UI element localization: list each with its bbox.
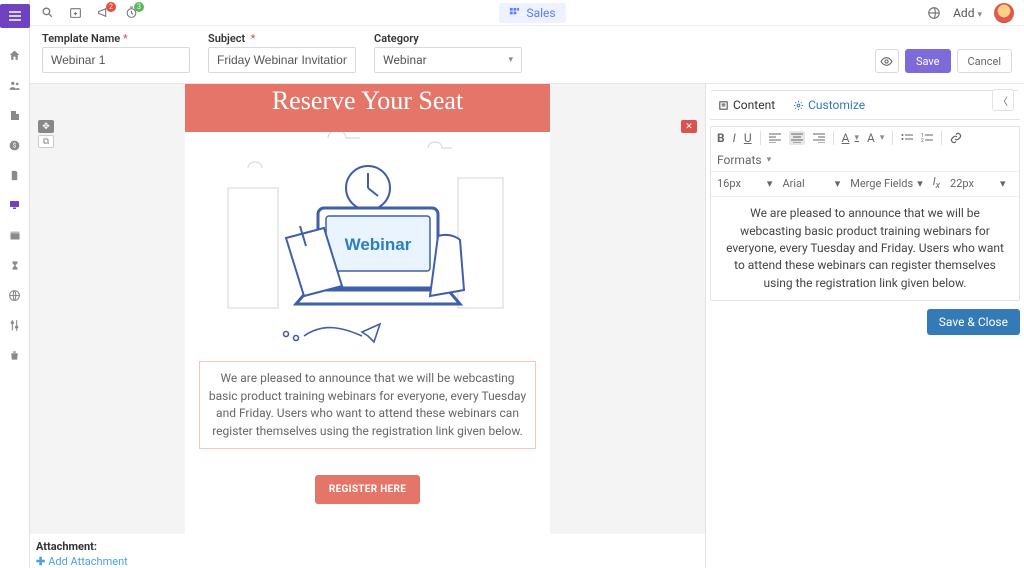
font-size-dropdown[interactable]: 16px▾: [717, 177, 772, 190]
email-canvas[interactable]: Reserve Your Seat: [185, 84, 550, 534]
user-avatar[interactable]: [994, 3, 1014, 23]
nav-trash-icon[interactable]: [8, 348, 22, 362]
attachment-label: Attachment:: [36, 540, 699, 553]
category-value: Webinar: [383, 53, 427, 67]
subject-input[interactable]: [208, 47, 356, 73]
add-menu[interactable]: Add: [953, 6, 982, 20]
nav-settings-icon[interactable]: [8, 318, 22, 332]
underline-icon[interactable]: U: [744, 131, 752, 145]
editor-panel: Content Customize 〈 B I U: [706, 84, 1024, 568]
hero-heading: Reserve Your Seat: [185, 84, 550, 132]
align-left-icon[interactable]: [769, 133, 781, 143]
nav-money-icon[interactable]: $: [8, 138, 22, 152]
timer-icon[interactable]: 3: [124, 6, 138, 20]
bold-icon[interactable]: B: [717, 131, 725, 145]
menu-toggle[interactable]: [0, 4, 30, 28]
illustration-text: Webinar: [344, 235, 411, 254]
panel-collapse-icon[interactable]: 〈: [992, 89, 1014, 111]
link-icon[interactable]: [950, 132, 962, 144]
svg-text:2: 2: [921, 138, 924, 143]
nav-people-icon[interactable]: [8, 78, 22, 92]
announce-icon[interactable]: 2: [96, 6, 110, 20]
preview-button[interactable]: [875, 49, 899, 73]
rich-text-editor: B I U A A 12 Formats: [710, 126, 1020, 301]
template-name-label: Template Name *: [42, 32, 190, 45]
number-list-icon[interactable]: 12: [921, 133, 933, 143]
merge-fields-dropdown[interactable]: Merge Fields ▾: [850, 177, 922, 190]
app-switcher-label: Sales: [526, 6, 555, 20]
workspace: ✥ ⧉ ✕ Reserve Your Seat: [30, 84, 1024, 568]
announce-badge: 2: [106, 2, 116, 12]
save-button[interactable]: Save: [905, 49, 951, 73]
tab-content[interactable]: Content: [718, 98, 775, 112]
category-select[interactable]: Webinar ▾: [374, 47, 522, 73]
formats-dropdown[interactable]: Formats: [717, 153, 771, 167]
rte-toolbar-row2: 16px▾ Arial▾ Merge Fields ▾ Ix 22px▾: [711, 172, 1019, 197]
text-color-icon[interactable]: A: [842, 131, 859, 145]
attachment-bar: Attachment: ✚ Add Attachment: [30, 534, 705, 568]
canvas-area: ✥ ⧉ ✕ Reserve Your Seat: [30, 84, 706, 568]
cancel-button[interactable]: Cancel: [957, 49, 1012, 73]
clear-format-icon[interactable]: Ix: [933, 175, 940, 191]
rte-content[interactable]: We are pleased to announce that we will …: [711, 197, 1019, 300]
align-center-icon[interactable]: [789, 131, 805, 145]
search-icon[interactable]: [40, 6, 54, 20]
topbar: 2 3 Sales Add: [30, 0, 1024, 26]
font-family-dropdown[interactable]: Arial▾: [782, 177, 840, 190]
template-name-input[interactable]: [42, 47, 190, 73]
add-attachment-link[interactable]: ✚ Add Attachment: [36, 555, 128, 568]
hero-illustration: Webinar: [185, 132, 550, 353]
svg-text:$: $: [13, 141, 17, 149]
nav-desktop-icon[interactable]: [8, 198, 22, 212]
tab-customize[interactable]: Customize: [793, 98, 865, 112]
template-fields: Template Name * Subject * Category Webin…: [30, 26, 1024, 84]
italic-icon[interactable]: I: [733, 131, 736, 145]
chevron-down-icon: ▾: [508, 55, 513, 65]
nav-calendar-icon[interactable]: [8, 228, 22, 242]
body-text-block[interactable]: We are pleased to announce that we will …: [199, 361, 536, 449]
subject-label: Subject *: [208, 32, 356, 45]
globe-icon[interactable]: [927, 6, 941, 20]
line-height-dropdown[interactable]: 22px▾: [950, 177, 1005, 190]
bg-color-icon[interactable]: A: [867, 131, 884, 145]
left-nav: $: [0, 0, 30, 568]
main-area: 2 3 Sales Add Template Name *: [30, 0, 1024, 568]
register-button[interactable]: REGISTER HERE: [315, 475, 420, 504]
nav-building-icon[interactable]: [8, 108, 22, 122]
save-close-button[interactable]: Save & Close: [927, 309, 1020, 335]
nav-hourglass-icon[interactable]: [8, 258, 22, 272]
app-switcher[interactable]: Sales: [499, 3, 565, 23]
calendar-add-icon[interactable]: [68, 6, 82, 20]
category-label: Category: [374, 32, 522, 45]
align-right-icon[interactable]: [813, 133, 825, 143]
timer-badge: 3: [134, 2, 144, 12]
rte-toolbar: B I U A A 12 Formats: [711, 127, 1019, 172]
nav-document-icon[interactable]: [8, 168, 22, 182]
plus-icon: ✚: [36, 555, 45, 568]
nav-home-icon[interactable]: [8, 48, 22, 62]
nav-globe-icon[interactable]: [8, 288, 22, 302]
bullet-list-icon[interactable]: [901, 133, 913, 143]
panel-tabs: Content Customize 〈: [710, 90, 1020, 120]
